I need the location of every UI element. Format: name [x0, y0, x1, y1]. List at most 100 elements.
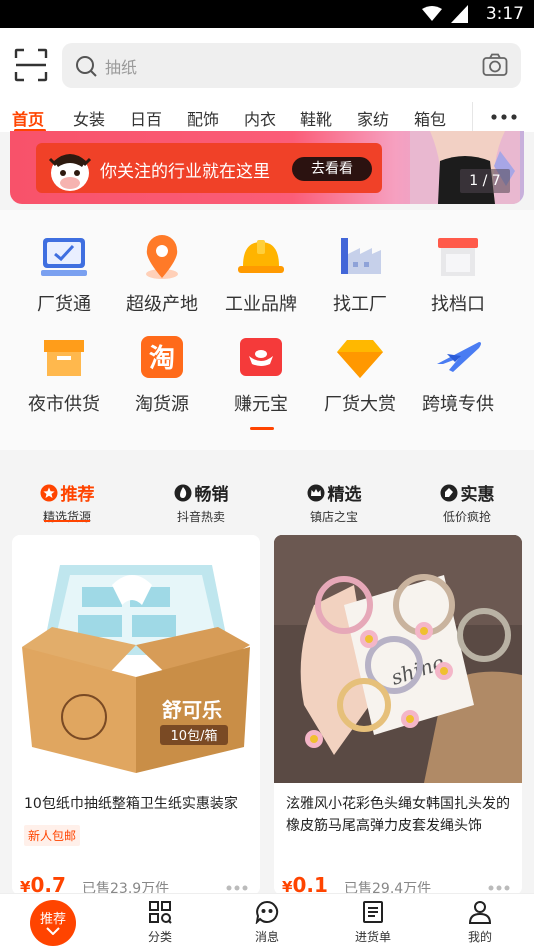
entry-factory-awards[interactable]: 厂货大赏 [310, 334, 410, 416]
search-placeholder: 抽纸 [105, 58, 138, 77]
entry-label: 厂货通 [37, 294, 91, 315]
entry-factory-goods[interactable]: 厂货通 [14, 234, 114, 316]
status-bar: 3:17 [0, 0, 534, 28]
nav-purchase-list[interactable]: 进货单 [338, 900, 408, 945]
feed-tabs: 推荐 精选货源 畅销 抖音热卖 精选 镇店之宝 实惠 低价疯抢 [0, 470, 534, 530]
nav-label: 分类 [147, 930, 172, 944]
user-icon [468, 901, 492, 924]
feed-tab-subtitle: 低价疯抢 [442, 510, 491, 524]
more-options-icon[interactable] [226, 885, 248, 891]
nav-profile[interactable]: 我的 [445, 900, 515, 945]
entry-industrial-brand[interactable]: 工业品牌 [211, 234, 311, 316]
wifi-icon [422, 6, 442, 21]
feed-tab-bestseller[interactable]: 畅销 抖音热卖 [146, 480, 256, 525]
entry-find-factory[interactable]: 找工厂 [310, 234, 410, 316]
banner-counter: 1 / 7 [460, 169, 510, 193]
more-options-icon[interactable] [488, 885, 510, 891]
feed-tab-subtitle: 镇店之宝 [309, 510, 358, 524]
nav-category[interactable]: 分类 [125, 900, 195, 945]
tab-womens[interactable]: 女装 [73, 106, 105, 130]
tab-home[interactable]: 首页 [12, 106, 44, 130]
box-brand-text: 舒可乐 [162, 698, 222, 722]
nav-label: 消息 [254, 930, 279, 944]
box-icon [44, 340, 84, 376]
quick-entry-grid: 厂货通 超级产地 工业品牌 找工厂 找档口 夜市供货 淘 淘货源 赚元宝 厂货大… [0, 210, 534, 450]
entry-cross-border[interactable]: 跨境专供 [408, 334, 508, 416]
header: 抽纸 首页 女装 日百 配饰 内衣 鞋靴 家纺 箱包 [0, 28, 534, 132]
entry-label: 淘货源 [135, 394, 189, 415]
entry-super-origin[interactable]: 超级产地 [112, 234, 212, 316]
search-input[interactable]: 抽纸 [62, 43, 521, 88]
feed-tab-title: 精选 [327, 485, 362, 505]
nav-messages[interactable]: 消息 [232, 900, 302, 945]
ingot-icon [240, 338, 282, 376]
entry-label: 找工厂 [333, 294, 387, 315]
product-title: 10包纸巾抽纸整箱卫生纸实惠装家 [24, 796, 238, 812]
feed-tab-bargain[interactable]: 实惠 低价疯抢 [412, 480, 522, 525]
entry-label: 超级产地 [126, 294, 198, 315]
promo-banner[interactable]: 你关注的行业就在这里 去看看 1 / 7 [10, 131, 524, 204]
tab-underwear[interactable]: 内衣 [244, 106, 276, 130]
product-price: ¥0.7 [20, 873, 66, 895]
entry-tao-source[interactable]: 淘 淘货源 [112, 334, 212, 416]
tab-daily[interactable]: 日百 [130, 106, 162, 130]
tao-icon: 淘 [141, 336, 183, 378]
flame-icon [174, 484, 191, 501]
entry-label: 赚元宝 [234, 394, 288, 415]
tab-accessories[interactable]: 配饰 [187, 106, 219, 130]
feed-tab-title: 实惠 [460, 485, 495, 505]
more-categories-button[interactable] [472, 102, 534, 132]
banner-go-button[interactable]: 去看看 [292, 157, 372, 181]
entry-label: 厂货大赏 [324, 394, 396, 415]
free-shipping-badge: 新人包邮 [24, 825, 81, 846]
diamond-icon [337, 340, 383, 378]
scan-icon[interactable] [14, 48, 48, 82]
feed-tab-title: 推荐 [60, 485, 95, 505]
hard-hat-icon [238, 240, 284, 273]
grid-icon [149, 901, 172, 924]
status-time: 3:17 [485, 4, 524, 24]
airplane-icon [437, 342, 481, 372]
storefront-icon [438, 238, 478, 276]
category-tabs: 首页 女装 日百 配饰 内衣 鞋靴 家纺 箱包 [0, 102, 534, 132]
banner-model-image [410, 131, 520, 204]
search-icon [76, 56, 97, 77]
svg-text:淘: 淘 [149, 344, 175, 374]
list-icon [363, 901, 383, 923]
message-icon [255, 900, 279, 924]
nav-label: 推荐 [39, 912, 66, 927]
entry-earn-ingot[interactable]: 赚元宝 [211, 334, 311, 416]
cow-mascot-icon [48, 154, 92, 191]
nav-label: 我的 [467, 930, 492, 944]
grid-page-indicator [250, 427, 274, 430]
feed-tab-title: 畅销 [194, 485, 229, 505]
feed-tab-recommend[interactable]: 推荐 精选货源 [12, 480, 122, 525]
product-card[interactable]: 舒可乐 10包/箱 10包纸巾抽纸整箱卫生纸实惠装家 新人包邮 ¥0.7 已售2… [12, 535, 260, 895]
tag-icon [440, 484, 457, 501]
location-pin-icon [146, 235, 178, 279]
entry-find-stall[interactable]: 找档口 [408, 234, 508, 316]
entry-label: 工业品牌 [225, 294, 297, 315]
tab-bags[interactable]: 箱包 [414, 106, 446, 130]
nav-recommend[interactable]: 推荐 [30, 900, 76, 946]
feed-tab-subtitle: 抖音热卖 [176, 510, 225, 524]
entry-label: 跨境专供 [422, 394, 494, 415]
factory-icon [341, 238, 381, 274]
feed-tab-indicator [44, 520, 90, 522]
entry-night-market[interactable]: 夜市供货 [14, 334, 114, 416]
product-price: ¥0.1 [282, 873, 328, 895]
feed-tab-featured[interactable]: 精选 镇店之宝 [279, 480, 389, 525]
tab-home-textile[interactable]: 家纺 [357, 106, 389, 130]
factory-goods-icon [41, 238, 87, 276]
feed-tab-subtitle: 精选货源 [42, 510, 91, 524]
camera-icon[interactable] [482, 53, 508, 77]
crown-icon [307, 484, 324, 501]
nav-label: 进货单 [354, 930, 391, 944]
banner-text: 你关注的行业就在这里 [100, 162, 270, 182]
tab-shoes[interactable]: 鞋靴 [300, 106, 332, 130]
more-icon [491, 114, 517, 120]
product-card[interactable]: shine 泫雅风小花彩色头绳女韩国扎头发的橡皮筋马尾高弹力皮套发绳头饰 ¥0.… [274, 535, 522, 895]
product-image-tissue-box: 舒可乐 10包/箱 [12, 535, 260, 783]
product-image-hair-ties: shine [274, 535, 522, 783]
entry-label: 找档口 [431, 294, 485, 315]
